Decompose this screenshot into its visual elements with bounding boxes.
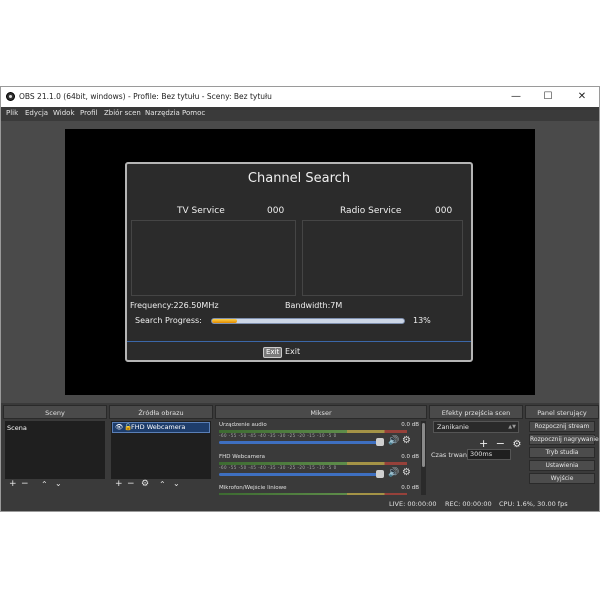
cpu-status: CPU: 1.6%, 30.00 fps — [499, 500, 568, 508]
source-item[interactable]: 👁🔓FHD Webcamera — [112, 422, 210, 433]
scenes-toolbar: + − ⌃ ⌄ — [5, 479, 105, 493]
settings-button[interactable]: Ustawienia — [529, 460, 595, 471]
bandwidth-readout: Bandwidth:7M — [285, 301, 343, 310]
menu-edycja[interactable]: Edycja — [25, 109, 48, 117]
transition-select[interactable]: Zanikanie ▲▼ — [433, 421, 519, 433]
volume-meter — [219, 493, 407, 495]
menu-zbior-scen[interactable]: Zbiór scen — [104, 109, 141, 117]
mixer-scrollbar-thumb[interactable] — [422, 423, 425, 467]
speaker-icon[interactable]: 🔊 — [388, 468, 399, 478]
remove-source-button[interactable]: − — [127, 479, 135, 489]
mixer-header: Mikser — [215, 405, 427, 419]
mixer-channel-db: 0.0 dB — [401, 485, 419, 491]
channel-search-screen: Channel Search TV Service 000 Radio Serv… — [125, 162, 473, 362]
remove-scene-button[interactable]: − — [21, 479, 29, 489]
source-item-label: FHD Webcamera — [131, 423, 186, 431]
menu-plik[interactable]: Plik — [6, 109, 18, 117]
obs-window: OBS 21.1.0 (64bit, windows) - Profile: B… — [0, 86, 600, 512]
mixer-channel-name: FHD Webcamera — [219, 454, 266, 460]
channel-search-title: Channel Search — [247, 171, 351, 186]
transitions-header: Efekty przejścia scen — [429, 405, 523, 419]
search-progress-label: Search Progress: — [135, 316, 202, 325]
maximize-button[interactable]: ☐ — [533, 87, 563, 107]
obs-logo-icon — [6, 92, 15, 101]
controls-header: Panel sterujący — [525, 405, 599, 419]
menu-bar: Plik Edycja Widok Profil Zbiór scen Narz… — [1, 107, 599, 121]
scene-up-button[interactable]: ⌃ — [41, 480, 48, 489]
mixer-channel: Mikrofon/Wejście liniowe 0.0 dB — [219, 485, 419, 495]
mixer-channel-db: 0.0 dB — [401, 454, 419, 460]
radio-service-label: Radio Service — [340, 206, 402, 216]
radio-service-count: 000 — [435, 206, 453, 216]
sources-list[interactable]: 👁🔓FHD Webcamera — [111, 421, 211, 479]
preview-area[interactable]: Channel Search TV Service 000 Radio Serv… — [1, 121, 599, 403]
scene-down-button[interactable]: ⌄ — [55, 479, 62, 488]
gear-icon[interactable]: ⚙ — [402, 435, 411, 446]
close-button[interactable]: ✕ — [567, 87, 597, 107]
source-up-button[interactable]: ⌃ — [159, 480, 166, 489]
minimize-button[interactable]: — — [501, 87, 531, 107]
transition-select-value: Zanikanie — [437, 423, 469, 431]
volume-slider[interactable] — [219, 473, 379, 476]
start-stream-button[interactable]: Rozpocznij stream — [529, 421, 595, 432]
search-progress-bar — [211, 318, 405, 324]
sources-panel: Źródła obrazu 👁🔓FHD Webcamera + − ⚙ ⌃ ⌄ — [109, 405, 213, 497]
search-progress-percent: 13% — [413, 316, 431, 325]
speaker-icon[interactable]: 🔊 — [388, 436, 399, 446]
scene-item[interactable]: Scena — [7, 423, 103, 433]
menu-narzedzia[interactable]: Narzędzia — [145, 109, 180, 117]
volume-slider-handle[interactable] — [376, 438, 384, 446]
menu-profil[interactable]: Profil — [80, 109, 97, 117]
sources-header: Źródła obrazu — [109, 405, 213, 419]
status-bar: LIVE: 00:00:00 REC: 00:00:00 CPU: 1.6%, … — [1, 497, 599, 511]
mixer-channel-db: 0.0 dB — [401, 422, 419, 428]
frequency-readout: Frequency:226.50MHz — [130, 301, 219, 310]
lock-icon[interactable]: 🔓 — [124, 423, 132, 432]
live-status: LIVE: 00:00:00 — [389, 500, 437, 508]
mixer-channel: FHD Webcamera 0.0 dB -60 -55 -50 -45 -40… — [219, 454, 419, 484]
gear-icon[interactable]: ⚙ — [141, 479, 149, 489]
scenes-panel: Sceny Scena + − ⌃ ⌄ — [3, 405, 107, 497]
search-progress-fill — [212, 319, 237, 323]
sources-toolbar: + − ⚙ ⌃ ⌄ — [111, 479, 211, 493]
studio-mode-button[interactable]: Tryb studia — [529, 447, 595, 458]
menu-pomoc[interactable]: Pomoc — [182, 109, 205, 117]
volume-slider[interactable] — [219, 441, 379, 444]
tv-service-label: TV Service — [177, 206, 225, 216]
scenes-list[interactable]: Scena — [5, 421, 105, 479]
mixer-scrollbar[interactable] — [421, 421, 426, 495]
menu-widok[interactable]: Widok — [53, 109, 75, 117]
transitions-panel: Efekty przejścia scen Zanikanie ▲▼ + − ⚙… — [429, 405, 523, 497]
tv-service-count: 000 — [267, 206, 285, 216]
window-title: OBS 21.1.0 (64bit, windows) - Profile: B… — [19, 92, 272, 101]
gear-icon[interactable]: ⚙ — [512, 439, 521, 450]
mixer-panel: Mikser Urządzenie audio 0.0 dB -60 -55 -… — [215, 405, 427, 497]
eye-icon[interactable]: 👁 — [115, 423, 124, 432]
exit-button[interactable]: Wyjście — [529, 473, 595, 484]
start-recording-button[interactable]: Rozpocznij nagrywanie — [529, 434, 599, 445]
preview-canvas[interactable]: Channel Search TV Service 000 Radio Serv… — [65, 129, 535, 395]
tv-service-list — [131, 220, 296, 296]
radio-service-list — [302, 220, 463, 296]
duration-input[interactable]: 300ms — [467, 449, 511, 460]
mixer-channel: Urządzenie audio 0.0 dB -60 -55 -50 -45 … — [219, 422, 419, 452]
gear-icon[interactable]: ⚙ — [402, 467, 411, 478]
chevron-down-icon: ▲▼ — [508, 424, 516, 430]
controls-panel: Panel sterujący Rozpocznij stream Rozpoc… — [525, 405, 599, 497]
mixer-channel-name: Urządzenie audio — [219, 422, 267, 428]
rec-status: REC: 00:00:00 — [445, 500, 492, 508]
scenes-header: Sceny — [3, 405, 107, 419]
title-bar: OBS 21.1.0 (64bit, windows) - Profile: B… — [1, 87, 599, 107]
add-source-button[interactable]: + — [115, 479, 123, 489]
mixer-channel-name: Mikrofon/Wejście liniowe — [219, 485, 287, 491]
exit-label: Exit — [285, 347, 301, 356]
volume-slider-handle[interactable] — [376, 470, 384, 478]
exit-key-badge: Exit — [263, 347, 283, 358]
dock-panels: Sceny Scena + − ⌃ ⌄ Źródła obrazu 👁🔓FHD … — [1, 405, 599, 497]
add-scene-button[interactable]: + — [9, 479, 17, 489]
source-down-button[interactable]: ⌄ — [173, 479, 180, 488]
divider-line — [127, 341, 471, 342]
